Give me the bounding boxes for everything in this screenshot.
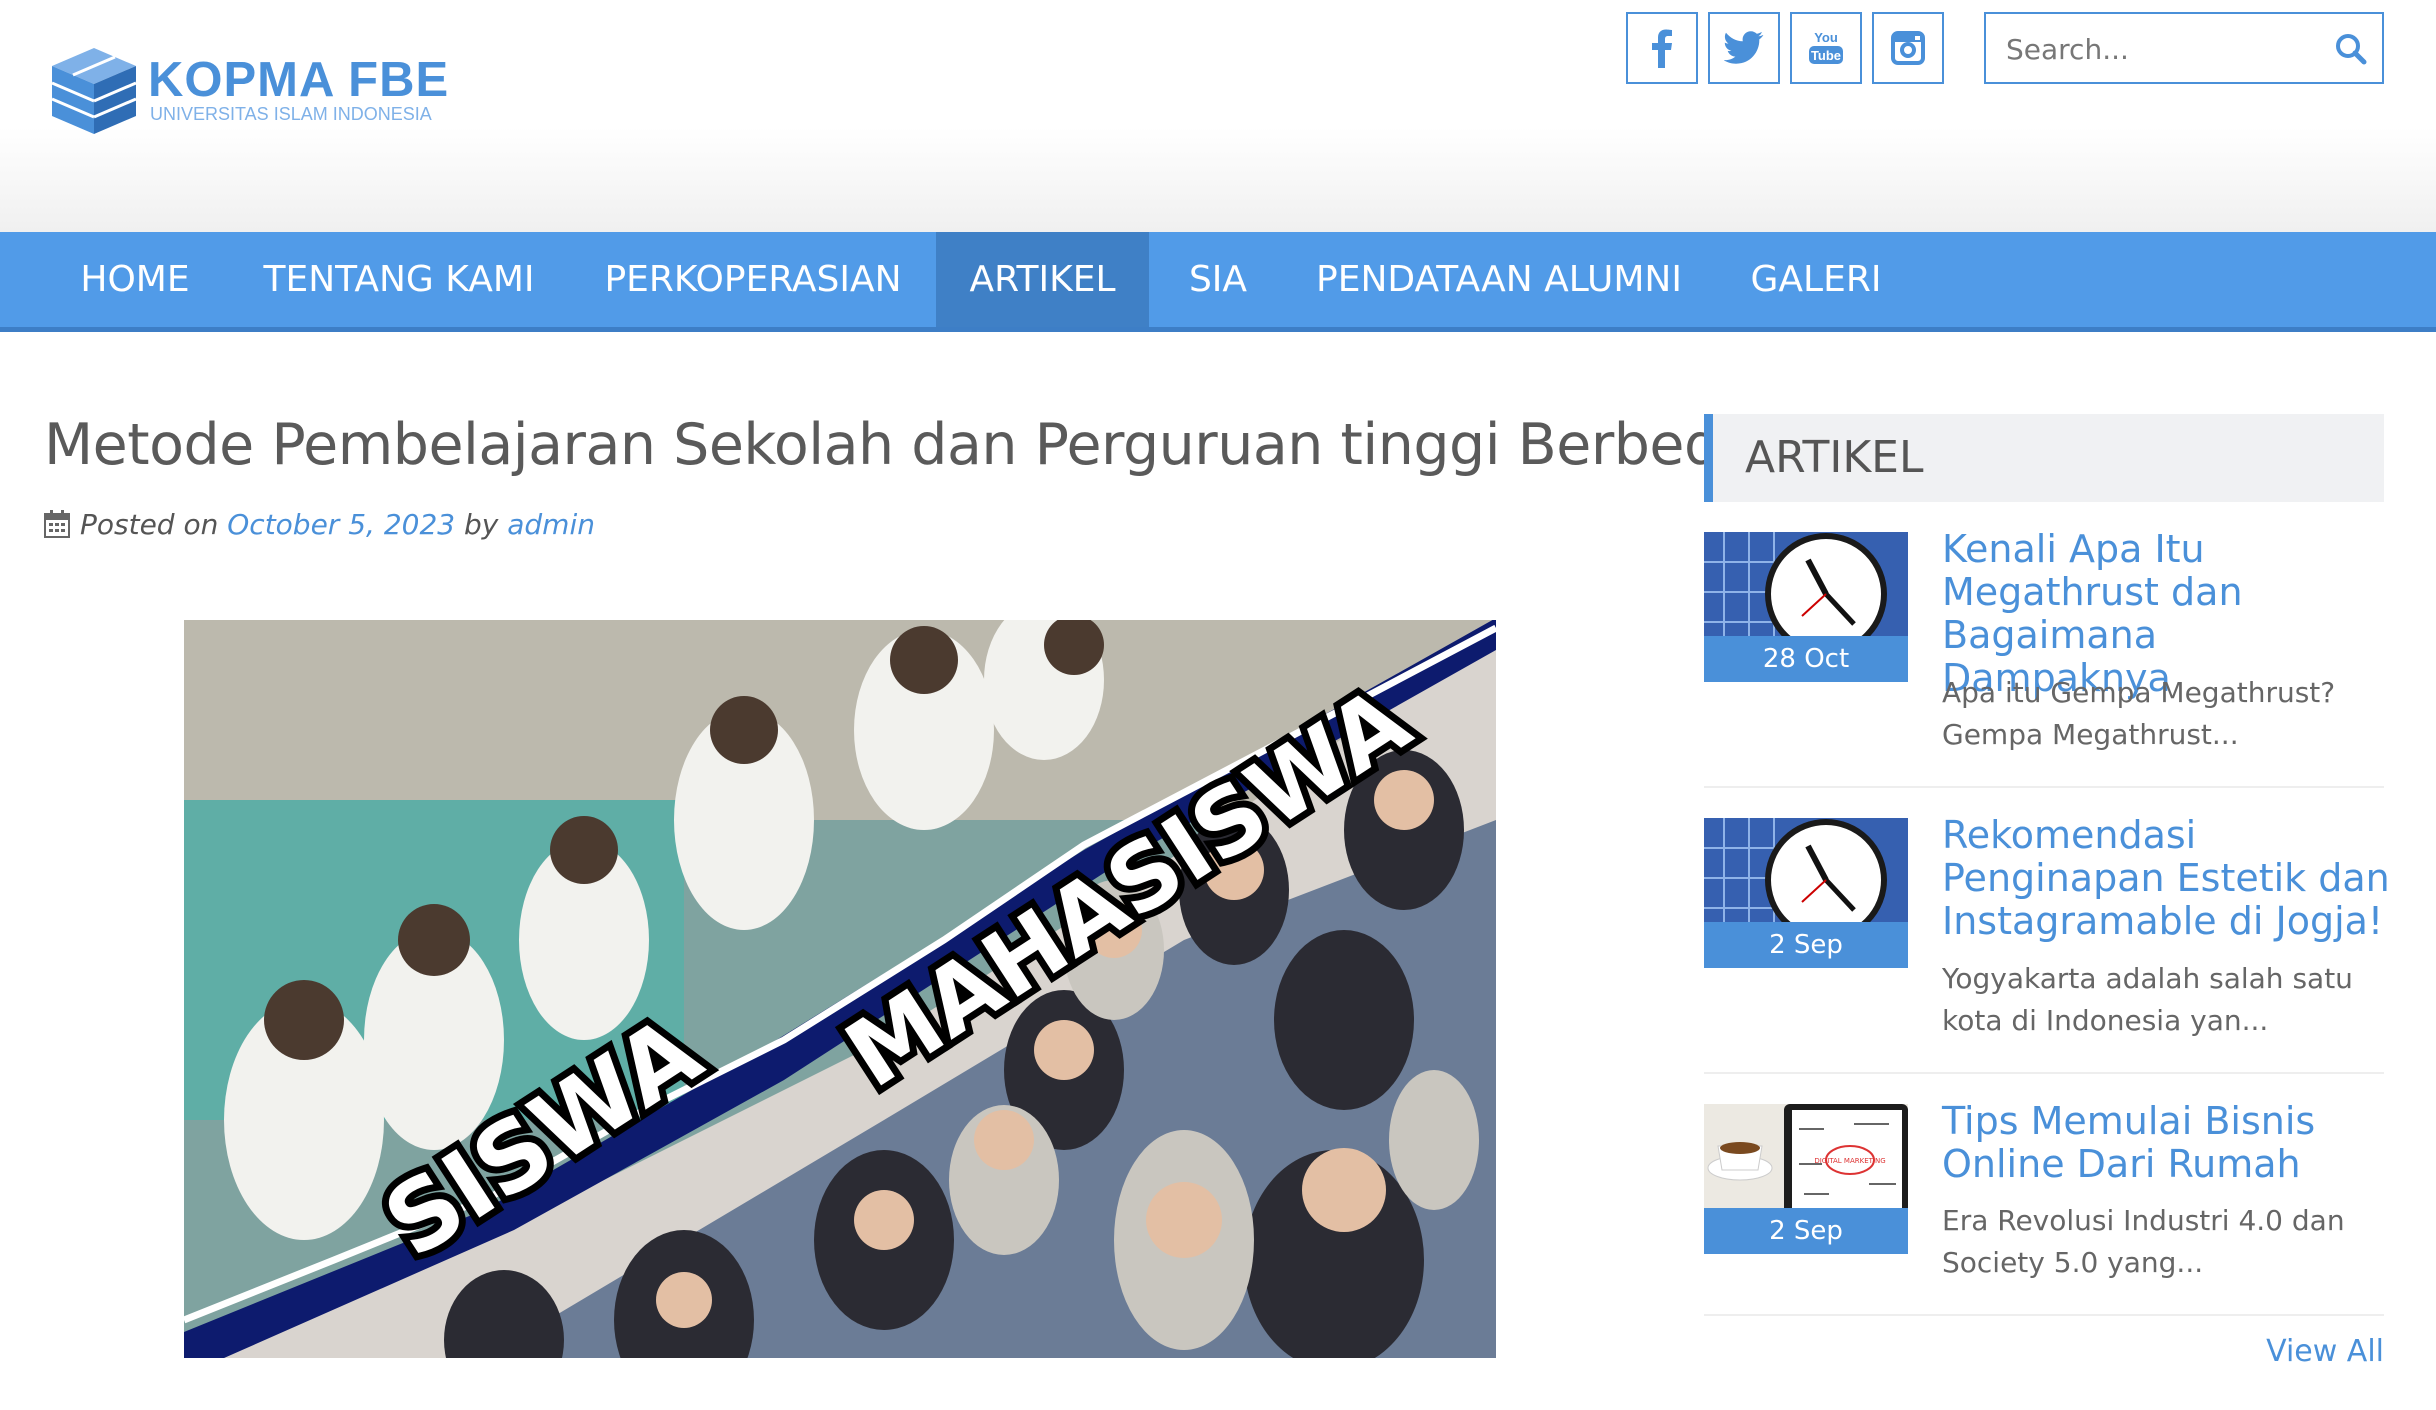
logo-title: KOPMA FBE [148, 53, 450, 107]
article-title-link[interactable]: Tips Memulai Bisnis Online Dari Rumah [1942, 1100, 2392, 1186]
sidebar-article: 2 Sep Rekomendasi Penginapan Estetik dan… [1704, 814, 2390, 1048]
youtube-you-text: You [1814, 30, 1838, 45]
date-badge: 2 Sep [1704, 922, 1908, 968]
article-thumbnail[interactable]: 2 Sep [1704, 818, 1908, 968]
search-box [1984, 12, 2384, 84]
article-excerpt: Yogyakarta adalah salah satu kota di Ind… [1942, 962, 2353, 1037]
featured-image: SISWA MAHASISWA [184, 620, 1496, 1358]
nav-item-pendataan-alumni[interactable]: PENDATAAN ALUMNI [1310, 232, 1688, 327]
date-badge: 28 Oct [1704, 636, 1908, 682]
post-author-link[interactable]: admin [507, 508, 595, 541]
search-icon[interactable] [2334, 32, 2368, 66]
article-excerpt: Apa itu Gempa Megathrust? Gempa Megathru… [1942, 676, 2336, 751]
site-logo[interactable]: KOPMA FBE UNIVERSITAS ISLAM INDONESIA [44, 46, 448, 136]
sidebar-heading-text: ARTIKEL [1745, 432, 1924, 483]
calendar-icon [44, 510, 70, 538]
twitter-icon [1724, 31, 1764, 64]
youtube-icon: You Tube [1809, 30, 1843, 64]
youtube-button[interactable]: You Tube [1790, 12, 1862, 84]
divider [1704, 1314, 2384, 1316]
article-title-link[interactable]: Rekomendasi Penginapan Estetik dan Insta… [1942, 814, 2392, 943]
twitter-button[interactable] [1708, 12, 1780, 84]
date-badge: 2 Sep [1704, 1208, 1908, 1254]
post-date-link[interactable]: October 5, 2023 [227, 508, 455, 541]
youtube-tube-text: Tube [1811, 48, 1841, 63]
main-nav: HOME TENTANG KAMI PERKOPERASIAN ARTIKEL … [0, 232, 2436, 332]
sidebar-heading: ARTIKEL [1704, 414, 2384, 502]
article-thumbnail[interactable]: DIGITAL MARKETING 2 Sep [1704, 1104, 1908, 1254]
divider [1704, 1072, 2384, 1074]
nav-item-perkoperasian[interactable]: PERKOPERASIAN [592, 232, 914, 327]
nav-item-home[interactable]: HOME [44, 232, 226, 327]
logo-subtitle: UNIVERSITAS ISLAM INDONESIA [150, 104, 432, 124]
facebook-button[interactable] [1626, 12, 1698, 84]
view-all-link[interactable]: View All [2260, 1334, 2384, 1369]
divider [1704, 786, 2384, 788]
article-excerpt: Era Revolusi Industri 4.0 dan Society 5.… [1942, 1204, 2345, 1279]
nav-item-galeri[interactable]: GALERI [1740, 232, 1892, 327]
instagram-button[interactable] [1872, 12, 1944, 84]
post-meta: Posted on October 5, 2023 by admin [44, 508, 595, 541]
nav-item-sia[interactable]: SIA [1166, 232, 1270, 327]
sidebar-article: DIGITAL MARKETING 2 Sep Tips Memulai Bis… [1704, 1100, 2384, 1304]
posted-on-label: Posted on [80, 508, 219, 541]
nav-item-tentang-kami[interactable]: TENTANG KAMI [252, 232, 546, 327]
digital-marketing-text: DIGITAL MARKETING [1814, 1157, 1885, 1165]
facebook-icon [1652, 29, 1672, 68]
site-header: KOPMA FBE UNIVERSITAS ISLAM INDONESIA Yo… [0, 0, 2436, 232]
instagram-icon [1891, 31, 1925, 65]
search-input[interactable] [2004, 28, 2308, 70]
nav-item-artikel[interactable]: ARTIKEL [936, 232, 1149, 327]
sidebar-article: 28 Oct Kenali Apa Itu Megathrust dan Bag… [1704, 528, 2384, 762]
article-thumbnail[interactable]: 28 Oct [1704, 532, 1908, 682]
post-title: Metode Pembelajaran Sekolah dan Pergurua… [44, 412, 1755, 478]
by-label: by [464, 508, 499, 541]
cube-logo-icon [51, 48, 137, 134]
